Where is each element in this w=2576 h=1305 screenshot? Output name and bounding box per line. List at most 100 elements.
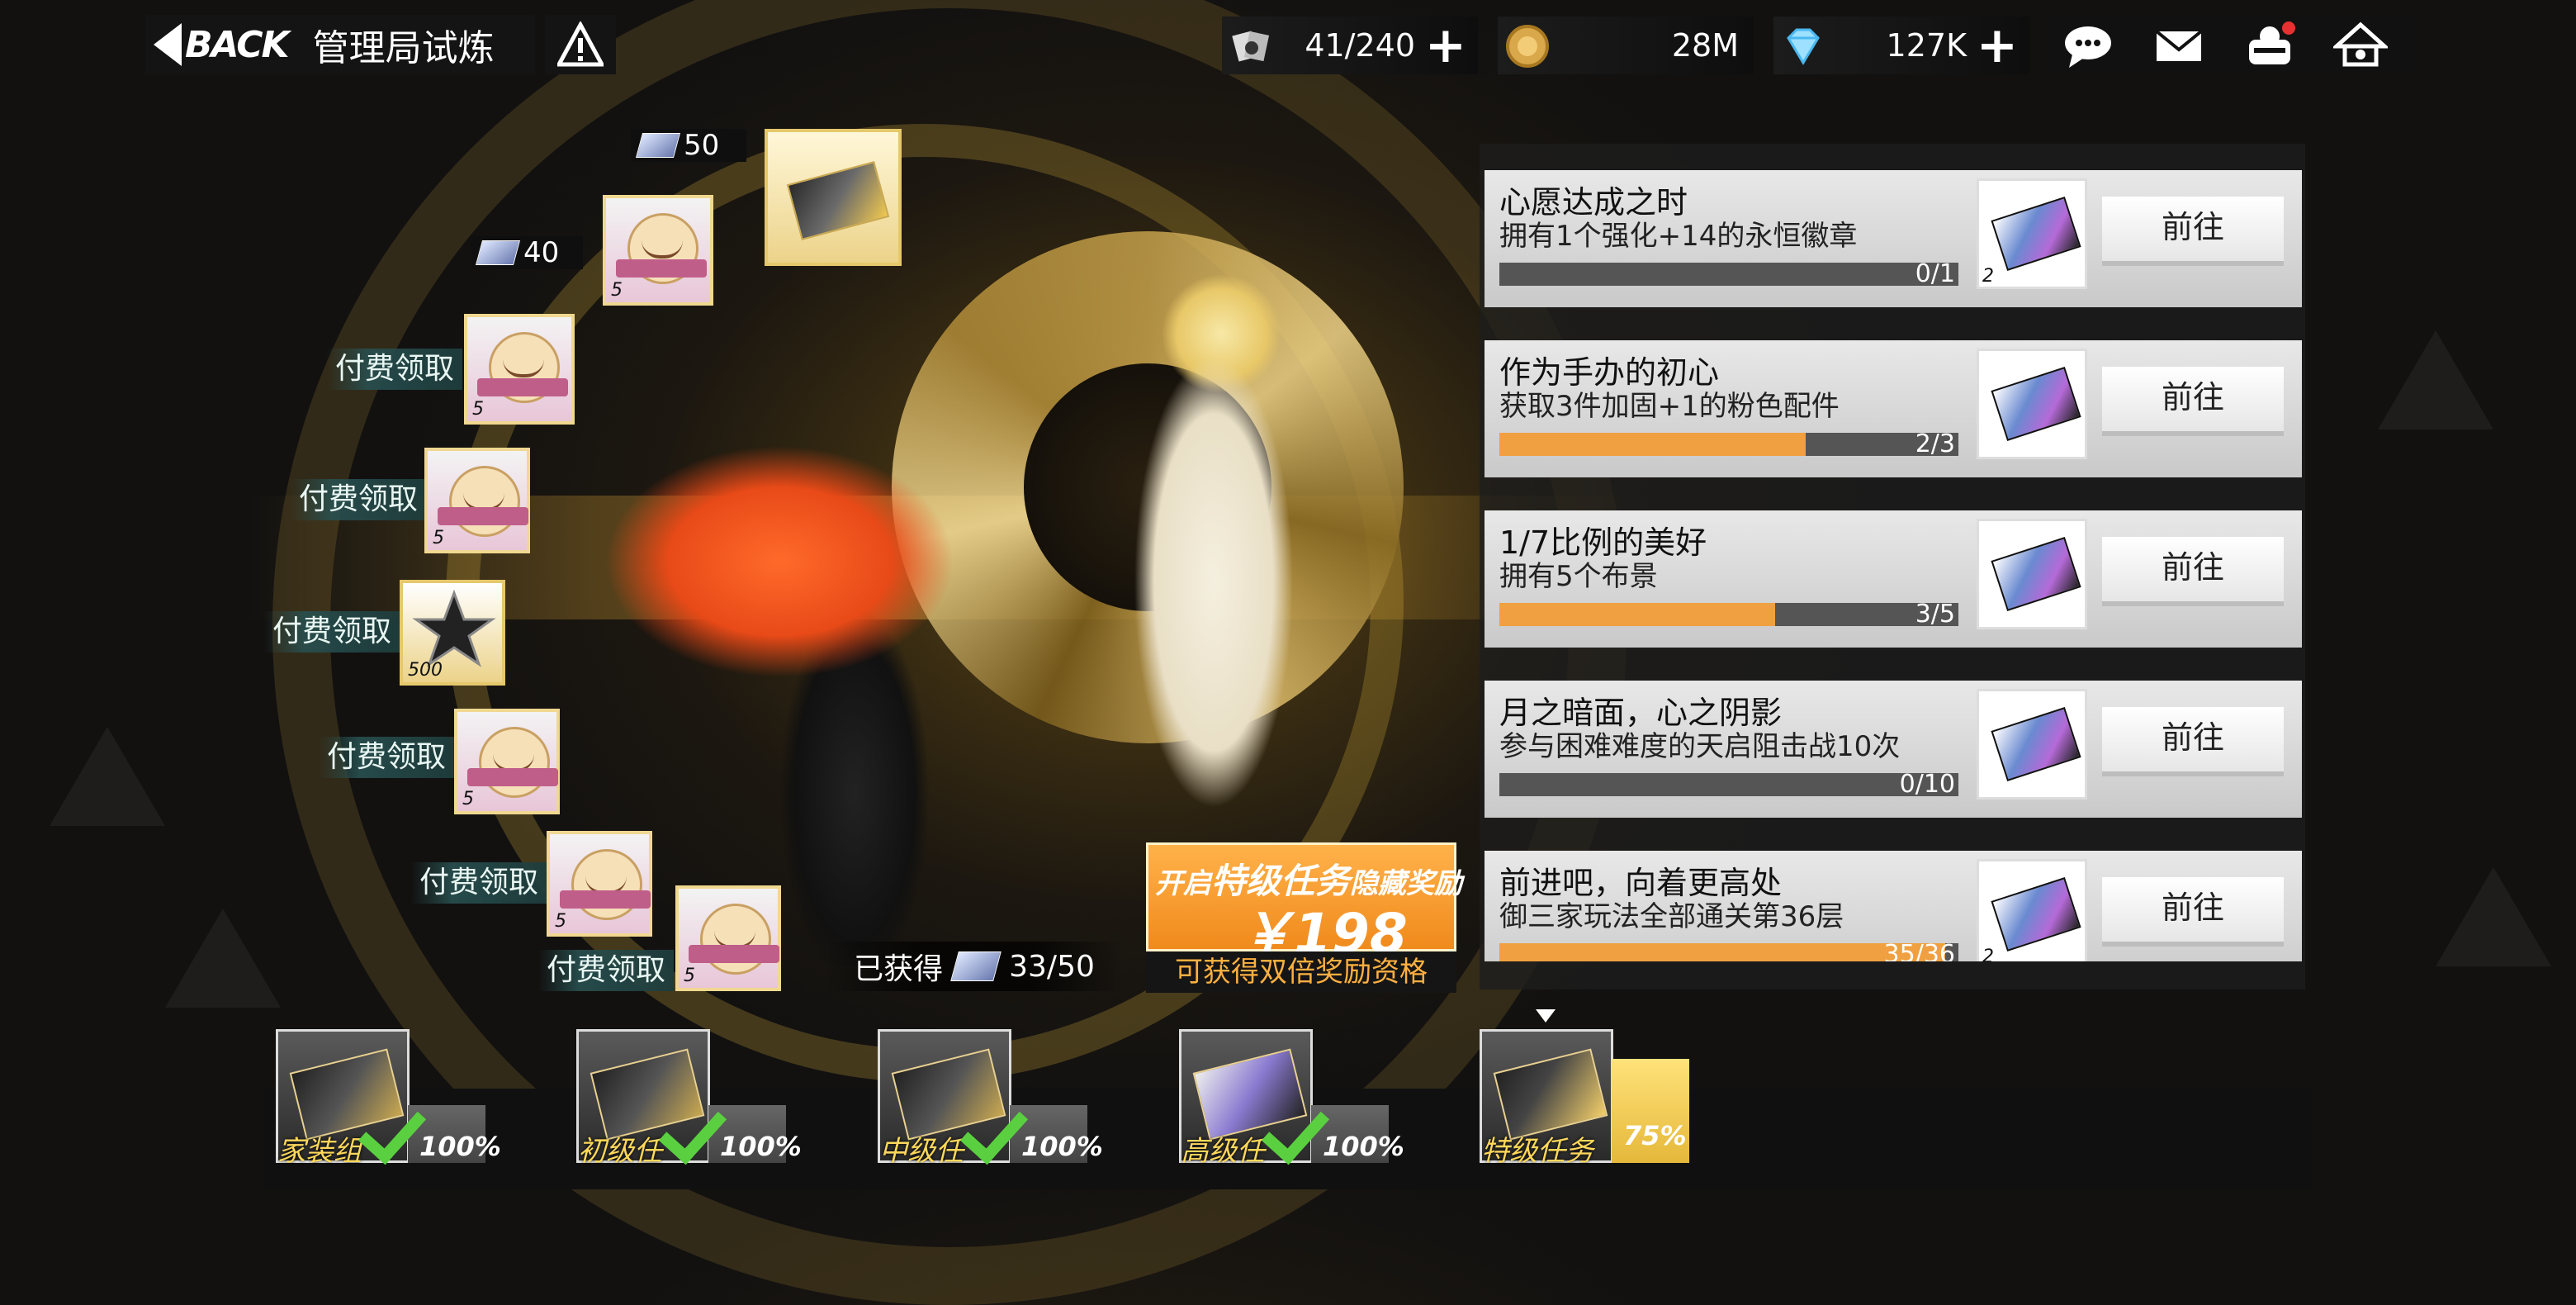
stamina-cards-icon	[1232, 31, 1270, 62]
paid-claim-label[interactable]: 付费领取	[319, 737, 455, 778]
background-triangle	[2378, 330, 2493, 429]
tier-tab-advanced[interactable]: 100% 高级任	[1179, 1029, 1404, 1170]
reward-count: 5	[472, 399, 484, 420]
task-progress-bar	[1499, 603, 1958, 626]
tier-label: 特级任务	[1481, 1135, 1593, 1168]
premium-promo-button[interactable]: 开启特级任务隐藏奖励 ￥198 可获得双倍奖励资格	[1146, 842, 1462, 993]
paid-claim-label[interactable]: 付费领取	[264, 611, 400, 652]
task-row: 前进吧，向着更高处 御三家玩法全部通关第36层 35/36 2 前往	[1485, 851, 2302, 961]
diamond-counter: 127K +	[1773, 17, 2029, 74]
paid-claim-label[interactable]: 付费领取	[291, 479, 427, 520]
task-description: 参与困难难度的天启阻击战10次	[1499, 730, 1901, 763]
reward-item[interactable]: 5	[454, 709, 560, 814]
ticket-icon	[950, 951, 1002, 981]
go-button[interactable]: 前往	[2102, 537, 2284, 606]
task-progress-text: 0/10	[1899, 770, 1955, 799]
task-progress-text: 3/5	[1915, 600, 1955, 629]
selected-tier-marker-icon	[1536, 1009, 1556, 1023]
task-reward-item[interactable]: 2	[1977, 859, 2087, 961]
cost-chip-second: 40	[471, 236, 583, 269]
mail-icon[interactable]	[2152, 21, 2206, 69]
task-reward-item[interactable]	[1977, 519, 2087, 629]
task-progress-text: 35/36	[1883, 940, 1955, 961]
go-button[interactable]: 前往	[2102, 367, 2284, 436]
ticket-icon	[475, 240, 521, 265]
stamina-add-button[interactable]: +	[1425, 21, 1466, 70]
reward-item[interactable]: 5	[675, 885, 781, 991]
figure-face-icon	[479, 727, 550, 798]
tier-percent: 75%	[1612, 1059, 1689, 1163]
obtained-label: 已获得	[854, 952, 944, 986]
reward-item[interactable]: 5	[424, 448, 530, 553]
go-button[interactable]: 前往	[2102, 707, 2284, 776]
task-progress-fill	[1499, 433, 1806, 456]
tier-tab-intermediate[interactable]: 100% 中级任	[878, 1029, 1103, 1170]
task-progress-bar	[1499, 433, 1958, 456]
reward-item-star-badge[interactable]: 500	[400, 580, 505, 686]
obtained-value: 33/50	[1009, 949, 1095, 984]
diamond-value: 127K	[1886, 27, 1967, 64]
brand-logo	[689, 945, 779, 963]
task-progress-fill	[1499, 943, 1946, 961]
go-button[interactable]: 前往	[2102, 877, 2284, 947]
ticket-icon	[1991, 367, 2081, 441]
paid-claim-label[interactable]: 付费领取	[538, 950, 675, 991]
tier-label: 高级任	[1181, 1135, 1265, 1168]
reward-count: 5	[611, 280, 623, 301]
reward-count: 5	[433, 528, 444, 548]
task-reward-item[interactable]: 2	[1977, 178, 2087, 289]
background-triangle	[50, 727, 165, 826]
task-progress-text: 2/3	[1915, 429, 1955, 458]
reward-item[interactable]: 5	[464, 314, 575, 425]
task-row: 心愿达成之时 拥有1个强化+14的永恒徽章 0/1 2 前往	[1485, 170, 2302, 307]
tier-tab-special[interactable]: 75% 特级任务	[1480, 1029, 1689, 1170]
top-bar: BACK 管理局试炼 41/240 + 28M 127K +	[0, 0, 2576, 83]
figure-face-icon	[571, 849, 642, 920]
paid-claim-label[interactable]: 付费领取	[411, 862, 547, 904]
tier-label: 初级任	[578, 1135, 662, 1168]
chat-icon[interactable]	[2061, 21, 2115, 69]
reward-count: 5	[684, 966, 695, 986]
paid-claim-label[interactable]: 付费领取	[327, 349, 463, 390]
top-icon-bar	[2046, 17, 2416, 74]
reward-item-ticket[interactable]	[765, 129, 902, 266]
tier-tab-basic[interactable]: 100% 初级任	[576, 1029, 802, 1170]
task-list[interactable]: 心愿达成之时 拥有1个强化+14的永恒徽章 0/1 2 前往 作为手办的初心 获…	[1485, 170, 2302, 961]
cost-value: 50	[684, 129, 720, 162]
reward-count: 2	[1982, 266, 1994, 287]
task-progress-text: 0/1	[1915, 259, 1955, 288]
promo-banner: 开启特级任务隐藏奖励 ￥198	[1146, 842, 1462, 966]
home-icon[interactable]	[2333, 21, 2388, 69]
back-button[interactable]: BACK 管理局试炼	[145, 15, 535, 74]
brand-logo	[560, 890, 651, 909]
brand-logo	[616, 259, 707, 278]
reward-count: 2	[1982, 947, 1994, 961]
tier-tab-home-set[interactable]: 100% 家装组	[276, 1029, 501, 1170]
cost-value: 40	[523, 236, 560, 269]
info-button[interactable]	[545, 15, 616, 74]
notification-icon[interactable]	[2242, 21, 2297, 69]
background-triangle	[165, 909, 281, 1008]
task-reward-item[interactable]	[1977, 349, 2087, 459]
obtained-counter: 已获得 33/50	[826, 942, 1123, 991]
ticket-icon	[1991, 537, 2081, 611]
task-reward-item[interactable]	[1977, 689, 2087, 800]
back-label: BACK	[185, 23, 290, 66]
reward-item[interactable]: 5	[547, 831, 652, 937]
brand-logo	[438, 507, 528, 525]
task-progress-fill	[1499, 603, 1775, 626]
ticket-icon	[1493, 1048, 1608, 1141]
diamond-add-button[interactable]: +	[1977, 21, 2018, 70]
go-button[interactable]: 前往	[2102, 197, 2284, 266]
task-description: 获取3件加固+1的粉色配件	[1499, 390, 1840, 423]
tier-label: 家装组	[277, 1135, 362, 1168]
task-description: 拥有5个布景	[1499, 560, 1658, 593]
reward-count: 5	[462, 789, 474, 809]
reward-item[interactable]: 5	[603, 195, 713, 306]
warning-icon	[557, 21, 604, 67]
page-title: 管理局试炼	[312, 27, 495, 69]
ticket-icon	[1991, 877, 2081, 951]
gold-value: 28M	[1671, 27, 1739, 64]
reward-count: 500	[408, 660, 443, 681]
ticket-icon	[786, 160, 890, 241]
